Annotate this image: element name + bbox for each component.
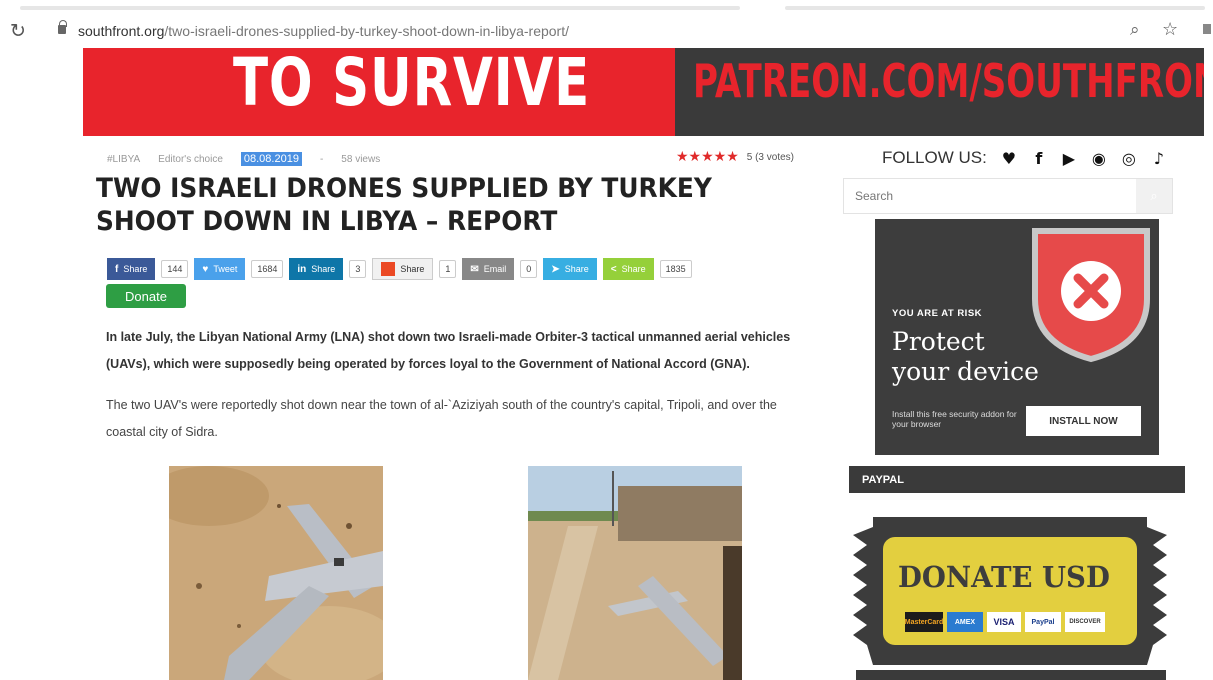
rating-votes: 5 (3 votes)	[746, 151, 795, 163]
ad-headline-line1: Protect	[892, 327, 985, 356]
tab-strip	[20, 6, 740, 10]
sidebar-bottom-bar	[856, 670, 1166, 680]
discover-icon: DISCOVER	[1065, 612, 1105, 632]
linkedin-share-label: Share	[311, 264, 336, 274]
ad-headline: Protect your device	[892, 327, 1039, 387]
sharethis-label: Share	[621, 264, 646, 274]
drone-photo-1[interactable]	[169, 466, 383, 680]
url-path: /two-israeli-drones-supplied-by-turkey-s…	[164, 23, 569, 39]
search-box[interactable]: Search ⌕	[843, 178, 1173, 214]
sharethis-button[interactable]: < Share	[602, 258, 654, 280]
article-meta: #LIBYA Editor's choice 08.08.2019 - 58 v…	[107, 152, 380, 166]
url-domain: southfront.org	[78, 23, 165, 39]
follow-us: FOLLOW US: ♥ f ▶ ◉ ◎ ♪	[882, 148, 1167, 168]
visa-icon: VISA	[987, 612, 1021, 632]
drone-photo-1-art	[169, 466, 383, 680]
article-date: 08.08.2019	[240, 152, 302, 166]
banner-survive[interactable]: TO SURVIVE	[83, 48, 675, 136]
security-ad[interactable]: YOU ARE AT RISK Protect your device Insta…	[875, 219, 1159, 455]
facebook-share-button[interactable]: f Share	[107, 258, 156, 280]
stumbleupon-share-button[interactable]: Share	[372, 258, 434, 280]
stumbleupon-icon	[381, 262, 396, 276]
linkedin-icon: in	[297, 263, 307, 275]
linkedin-share-button[interactable]: in Share	[289, 258, 344, 280]
browser-toolbar: ↻ southfront.org/two-israeli-drones-supp…	[0, 0, 1213, 48]
search-icon[interactable]: ⌕	[1136, 179, 1172, 213]
telegram-share-label: Share	[564, 264, 589, 274]
amex-icon: AMEX	[947, 612, 983, 632]
tag-link[interactable]: #LIBYA	[107, 154, 140, 165]
article-lead-paragraph: In late July, the Libyan National Army (…	[106, 330, 791, 371]
article-paragraph: The two UAV's were reportedly shot down …	[106, 398, 777, 439]
telegram-icon: ➤	[551, 263, 560, 275]
rating-widget[interactable]: ★★★★★ 5 (3 votes)	[676, 149, 794, 165]
address-bar[interactable]: southfront.org/two-israeli-drones-suppli…	[78, 23, 569, 39]
facebook-icon: f	[115, 263, 119, 275]
search-input[interactable]: Search	[844, 189, 1136, 203]
paypal-icon: PayPal	[1025, 612, 1061, 632]
paypal-header: PAYPAL	[849, 466, 1185, 493]
ad-description: Install this free security addon for you…	[892, 409, 1017, 429]
facebook-icon[interactable]: f	[1031, 149, 1047, 168]
donate-button[interactable]: Donate	[106, 284, 186, 308]
tiktok-icon[interactable]: ♪	[1151, 149, 1167, 168]
share-icon: <	[610, 263, 617, 275]
install-now-button[interactable]: INSTALL NOW	[1026, 406, 1141, 436]
total-share-count: 1835	[659, 260, 692, 278]
meta-separator: -	[319, 153, 324, 165]
email-share-label: Email	[483, 264, 507, 274]
ad-risk-label: YOU ARE AT RISK	[892, 308, 983, 319]
lock-icon[interactable]	[58, 20, 67, 34]
telegram-icon[interactable]: ◉	[1091, 149, 1107, 168]
email-count: 0	[520, 260, 538, 278]
stumble-count: 1	[439, 260, 457, 278]
linkedin-count: 3	[349, 260, 367, 278]
zoom-icon[interactable]: ⌕	[1130, 20, 1140, 40]
drone-photo-2[interactable]	[528, 466, 742, 680]
share-bar: f Share 144 ♥ Tweet 1684 in Share 3 Share 1…	[107, 258, 692, 280]
email-share-button[interactable]: ✉ Email	[462, 258, 515, 280]
banner-right-text: PATREON.COM/SOUTHFRONT	[693, 54, 1204, 108]
donate-usd-label: DONATE USD	[898, 560, 1110, 594]
twitter-tweet-button[interactable]: ♥ Tweet	[194, 258, 246, 280]
tab-strip-secondary	[785, 6, 1205, 10]
telegram-share-button[interactable]: ➤ Share	[543, 258, 597, 280]
twitter-share-label: Tweet	[213, 264, 238, 274]
reload-icon[interactable]: ↻	[10, 20, 26, 42]
twitter-count: 1684	[251, 260, 284, 278]
payment-cards: MasterCard AMEX VISA PayPal DISCOVER	[905, 612, 1105, 632]
instagram-icon[interactable]: ◎	[1121, 149, 1137, 168]
views-count: 58 views	[341, 153, 381, 165]
article-title: TWO ISRAELI DRONES SUPPLIED BY TURKEY SH…	[96, 173, 712, 237]
extension-icon[interactable]	[1203, 24, 1211, 34]
facebook-count: 144	[161, 260, 189, 278]
ad-headline-line2: your device	[892, 357, 1039, 386]
stumble-share-label: Share	[400, 264, 425, 274]
banner-left-text: TO SURVIVE	[233, 48, 591, 121]
mastercard-icon: MasterCard	[905, 612, 943, 632]
follow-label: FOLLOW US:	[882, 148, 987, 167]
drone-photo-2-art	[528, 466, 742, 680]
banner-patreon[interactable]: PATREON.COM/SOUTHFRONT	[675, 48, 1204, 136]
email-icon: ✉	[470, 263, 479, 275]
rating-stars-icon[interactable]: ★★★★★	[676, 149, 739, 165]
twitter-icon[interactable]: ♥	[1001, 149, 1017, 168]
twitter-icon: ♥	[202, 263, 209, 275]
category-link[interactable]: Editor's choice	[158, 154, 223, 165]
facebook-share-label: Share	[123, 264, 148, 274]
youtube-icon[interactable]: ▶	[1061, 149, 1077, 168]
bookmark-star-icon[interactable]: ☆	[1162, 19, 1178, 40]
